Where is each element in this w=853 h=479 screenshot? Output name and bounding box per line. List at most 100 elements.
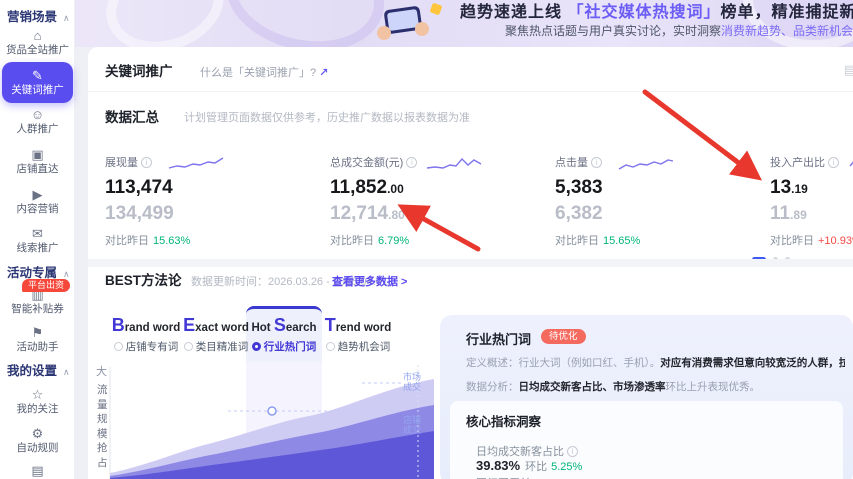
tab-cn-label: 趋势机会词: [322, 339, 394, 354]
chevron-up-icon[interactable]: ∧: [63, 367, 70, 377]
sidebar-section-settings-label: 我的设置: [7, 364, 57, 378]
tab-hot-search[interactable]: Hot Search 行业热门词: [248, 315, 320, 354]
help-link-text: 什么是「关键词推广」?: [200, 67, 316, 79]
chevron-up-icon[interactable]: ∧: [63, 269, 70, 279]
banner-illustration: [367, 2, 447, 45]
tab-exact-word[interactable]: Exact word 类目精准词: [180, 315, 252, 354]
gear-icon: ⚙: [0, 426, 75, 441]
banner-headline-prefix: 趋势速递上线: [460, 4, 567, 21]
analysis-line: 数据分析：日均成交新客占比、市场渗透率环比上升表现优秀。: [466, 379, 845, 394]
metric-value: 13.19: [770, 177, 853, 199]
radio-icon[interactable]: [326, 342, 335, 351]
sidebar-item-keyword-promotion[interactable]: ✎ 关键词推广: [2, 62, 73, 103]
sidebar-section-marketing[interactable]: 营销场景 ∧: [7, 6, 73, 25]
view-more-data-link[interactable]: 查看更多数据 >: [332, 273, 407, 289]
to-optimize-badge: 待优化: [541, 329, 586, 344]
tab-cn-label: 类目精准词: [180, 339, 252, 354]
tab-cn-label: 行业热门词: [248, 339, 320, 354]
sidebar-section-settings[interactable]: 我的设置 ∧: [7, 360, 73, 379]
sidebar: 营销场景 ∧ ⌂ 货品全站推广 ✎ 关键词推广 ☺ 人群推广 ▣ 店铺直达 ▶ 内…: [0, 0, 75, 479]
sidebar-section-marketing-label: 营销场景: [7, 10, 57, 24]
sparkline-chart: [848, 155, 853, 171]
radio-selected-icon[interactable]: [252, 342, 261, 351]
metric-impressions[interactable]: 展现量i 113,474 134,499 对比昨日15.63%: [105, 153, 325, 248]
section-divider: [88, 259, 853, 267]
tab-cn-label: 店铺专有词: [110, 339, 182, 354]
best-title: BEST方法论: [105, 269, 182, 289]
core-metric-rank: 同行同层前10 34.34%: [476, 475, 584, 479]
sidebar-item-auto-rules[interactable]: ⚙ 自动规则: [0, 426, 75, 455]
header-divider: [88, 91, 853, 92]
radio-icon[interactable]: [114, 342, 123, 351]
help-link[interactable]: 什么是「关键词推广」?↗: [200, 64, 328, 80]
sidebar-item-label: 自动规则: [0, 441, 75, 455]
main-content: 关键词推广 什么是「关键词推广」?↗ ▤ 数据汇总 计划管理页面数据仅供参考，历…: [88, 47, 853, 479]
sidebar-section-activity-label: 活动专属: [7, 266, 57, 280]
info-icon[interactable]: i: [406, 157, 417, 168]
tab-brand-word[interactable]: Brand word 店铺专有词: [110, 315, 182, 354]
metric-prev-value: 134,499: [105, 203, 325, 225]
change-value: +10.93%: [818, 235, 853, 247]
tab-english-label: Hot Search: [248, 315, 320, 336]
metric-label: 点击量: [555, 157, 588, 169]
metric-compare: 对比昨日15.63%: [105, 232, 325, 248]
spark-icon: [430, 3, 443, 16]
chart-annotation-shop: 店铺成交: [403, 415, 421, 435]
flag-icon: ⚑: [0, 325, 75, 340]
chart-annotation-market: 市场成交: [403, 372, 421, 392]
sidebar-item-label: 智能补贴券: [0, 302, 75, 316]
card-icon: ✉: [0, 226, 75, 241]
traffic-area-chart: [100, 365, 434, 479]
metric-gmv[interactable]: 总成交金额(元)i 11,852.00 12,714.80 对比昨日6.79%: [330, 153, 550, 248]
header-more-icon[interactable]: ▤: [844, 62, 853, 78]
banner-subline-highlight: 消费新趋势、品类新机会: [721, 24, 853, 38]
chevron-up-icon[interactable]: ∧: [63, 13, 70, 23]
metric-roi[interactable]: 投入产出比i 13.19 11.89 对比昨日+10.93%: [770, 153, 853, 248]
sidebar-item-lead-promotion[interactable]: ✉ 线索推广: [0, 226, 75, 255]
sidebar-item-audience-promotion[interactable]: ☺ 人群推广: [0, 107, 75, 136]
store-icon: ⌂: [0, 28, 75, 43]
sidebar-item-my-follows[interactable]: ☆ 我的关注: [0, 387, 75, 416]
banner-headline-highlight: 「社交媒体热搜词」: [567, 4, 720, 21]
sidebar-item-shop-direct[interactable]: ▣ 店铺直达: [0, 147, 75, 176]
info-icon[interactable]: i: [567, 446, 578, 457]
tab-english-label: Brand word: [110, 315, 182, 336]
metric-label: 投入产出比: [770, 157, 825, 169]
sidebar-item-label: 店铺直达: [0, 162, 75, 176]
banner-headline: 趋势速递上线 「社交媒体热搜词」榜单，精准捕捉新机: [460, 0, 853, 22]
change-value: 15.65%: [603, 235, 640, 247]
banner-headline-suffix: 榜单，精准捕捉新机: [720, 4, 853, 21]
promo-banner[interactable]: 趋势速递上线 「社交媒体热搜词」榜单，精准捕捉新机 聚焦热点话题与用户真实讨论，…: [75, 0, 853, 47]
external-link-icon[interactable]: ↗: [319, 67, 328, 79]
hand-illustration: [377, 26, 391, 40]
core-metrics-title: 核心指标洞察: [466, 411, 541, 430]
metric-compare: 对比昨日6.79%: [330, 232, 550, 248]
info-icon[interactable]: i: [141, 157, 152, 168]
sparkline-chart: [617, 155, 675, 171]
metric-clicks[interactable]: 点击量i 5,383 6,382 对比昨日15.65%: [555, 153, 775, 248]
info-icon[interactable]: i: [828, 157, 839, 168]
tab-trend-word[interactable]: Trend word 趋势机会词: [322, 315, 394, 354]
sidebar-item-content-marketing[interactable]: ▶ 内容营销: [0, 187, 75, 216]
sparkline-chart: [425, 155, 483, 171]
list-icon: ▤: [0, 463, 75, 478]
radio-icon[interactable]: [184, 342, 193, 351]
pen-icon: ✎: [2, 68, 73, 83]
sidebar-item-label: 线索推广: [0, 241, 75, 255]
metric-label: 总成交金额(元): [330, 157, 403, 169]
person-icon: ☺: [0, 107, 75, 122]
sidebar-item-label: 关键词推广: [2, 83, 73, 97]
sidebar-item-batch-operation-log[interactable]: ▤ 批量操作记录: [0, 463, 75, 479]
sidebar-item-label: 活动助手: [0, 340, 75, 354]
sidebar-item-activity-assistant[interactable]: ⚑ 活动助手: [0, 325, 75, 354]
banner-decor-swirl: [94, 0, 236, 47]
shop-icon: ▣: [0, 147, 75, 162]
tab-english-label: Trend word: [322, 315, 394, 336]
info-icon[interactable]: i: [591, 157, 602, 168]
sidebar-item-full-site-promotion[interactable]: ⌂ 货品全站推广: [0, 28, 75, 57]
tab-english-label: Exact word: [180, 315, 252, 336]
definition-line: 定义概述：行业大词（例如口红、手机）。对应有消费需求但意向较宽泛的人群，拉新效果…: [466, 355, 845, 370]
core-metric-label: 日均成交新客占比i: [476, 443, 578, 459]
industry-hot-word-panel: 行业热门词 待优化 定义概述：行业大词（例如口红、手机）。对应有消费需求但意向较…: [440, 315, 853, 479]
metric-prev-value: 11.89: [770, 203, 853, 225]
